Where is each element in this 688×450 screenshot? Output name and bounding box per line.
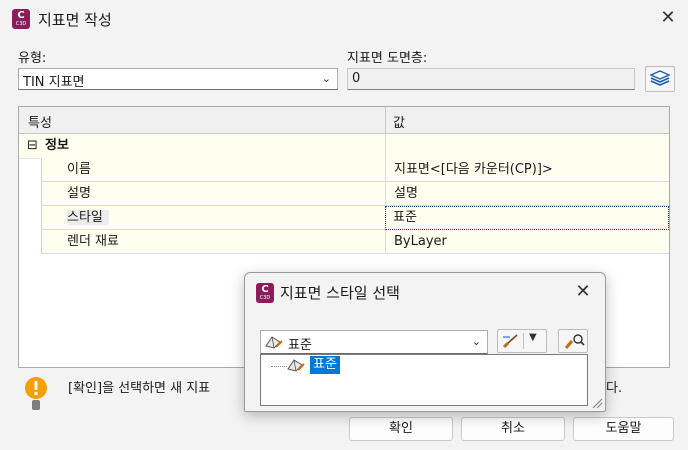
surface-style-icon: [287, 359, 305, 372]
row-divider: [385, 134, 386, 158]
app-icon-sub: C3D: [15, 21, 27, 27]
app-icon-sub: C3D: [259, 295, 271, 301]
style-dropdown[interactable]: 표준 ⌄: [260, 330, 488, 354]
style-details-button[interactable]: [558, 329, 588, 353]
close-icon[interactable]: ✕: [660, 9, 676, 27]
property-name: 설명: [41, 182, 385, 206]
split-divider: [523, 333, 524, 349]
property-name-text: 스타일: [67, 210, 109, 225]
layer-value: 0: [352, 71, 361, 86]
type-dropdown[interactable]: TIN 지표면 ⌄: [18, 68, 338, 90]
chevron-down-icon: ⌄: [321, 72, 331, 85]
property-value[interactable]: 표준: [385, 206, 669, 230]
cancel-button[interactable]: 취소: [461, 417, 565, 441]
column-header-value: 값: [393, 116, 405, 131]
property-name: 이름: [41, 158, 385, 182]
table-row[interactable]: 이름 지표면<[다음 카운터(CP)]>: [19, 158, 669, 182]
dialog-title: 지표면 작성: [38, 11, 112, 29]
style-picker-dialog: C C3D 지표면 스타일 선택 ✕ 표준 ⌄ ▼ 표준: [244, 272, 606, 412]
caret-down-icon[interactable]: ▼: [529, 332, 537, 343]
style-tree: 표준: [260, 354, 588, 406]
layer-select-button[interactable]: [645, 66, 675, 92]
brush-edit-icon: [502, 334, 518, 349]
info-text-start: [확인]을 선택하면 새 지표: [68, 381, 211, 396]
property-name: 스타일: [41, 206, 385, 230]
info-text-end: 다.: [606, 381, 623, 396]
type-value: TIN 지표면: [23, 75, 85, 90]
surface-style-icon: [265, 336, 283, 349]
resize-grip-icon[interactable]: [589, 395, 603, 409]
tree-connector: [271, 366, 287, 367]
type-label: 유형:: [18, 51, 47, 66]
layers-icon: [649, 70, 671, 86]
collapse-icon[interactable]: ⊟: [27, 134, 41, 158]
title-bar: C C3D 지표면 작성 ✕: [0, 0, 688, 38]
table-row[interactable]: 설명 설명: [19, 182, 669, 206]
property-value[interactable]: 지표면<[다음 카운터(CP)]>: [385, 158, 669, 182]
group-row[interactable]: ⊟ 정보: [19, 134, 669, 159]
header-divider: [385, 107, 386, 133]
style-picker-title: 지표면 스타일 선택: [280, 284, 400, 302]
property-value[interactable]: ByLayer: [385, 230, 669, 254]
close-icon[interactable]: ✕: [575, 283, 591, 301]
magnify-style-icon: [564, 334, 585, 349]
table-row[interactable]: 렌더 재료 ByLayer: [19, 230, 669, 254]
tree-item-selected[interactable]: 표준: [310, 356, 340, 374]
layer-label: 지표면 도면층:: [347, 51, 428, 66]
help-button[interactable]: 도움말: [573, 417, 674, 441]
warning-bulb-icon: [25, 377, 47, 410]
app-icon-letter: C: [261, 284, 269, 295]
style-dropdown-value: 표준: [288, 338, 312, 353]
property-name: 렌더 재료: [41, 230, 385, 254]
civil3d-app-icon: C C3D: [256, 283, 274, 303]
layer-field[interactable]: 0: [347, 68, 635, 90]
app-icon-letter: C: [17, 10, 25, 21]
grid-header: 특성 값: [19, 107, 669, 134]
table-row[interactable]: 스타일 표준: [19, 206, 669, 230]
property-value[interactable]: 설명: [385, 182, 669, 206]
edit-style-split-button[interactable]: ▼: [497, 329, 547, 353]
ok-button[interactable]: 확인: [349, 417, 453, 441]
group-label: 정보: [45, 138, 69, 153]
column-header-property: 특성: [28, 116, 52, 131]
chevron-down-icon: ⌄: [471, 335, 481, 348]
civil3d-app-icon: C C3D: [12, 9, 30, 29]
